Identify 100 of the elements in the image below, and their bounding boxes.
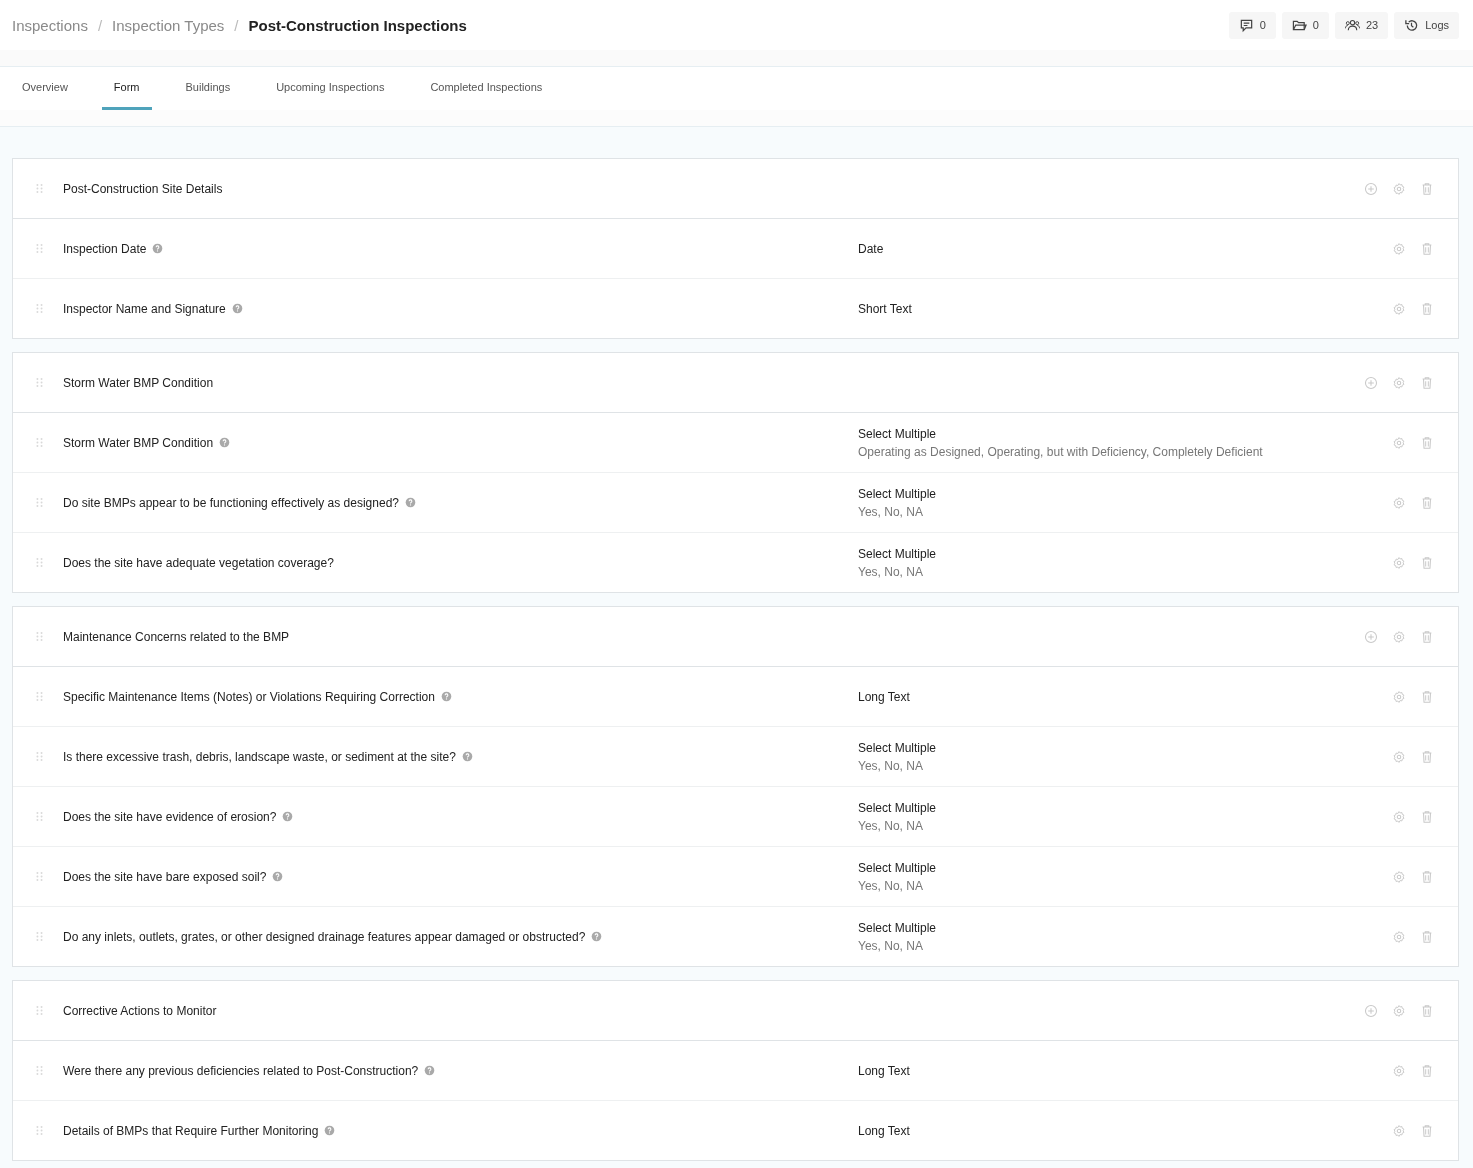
users-icon: [1344, 17, 1360, 33]
tab[interactable]: Overview: [10, 67, 80, 110]
field-label: Were there any previous deficiencies related to Post-Construction?: [63, 1063, 419, 1078]
trash-icon[interactable]: [1420, 869, 1434, 884]
field-options: Yes, No, NA: [858, 758, 1392, 773]
settings-icon[interactable]: [1392, 929, 1406, 944]
field-label: Inspector Name and Signature: [63, 301, 226, 316]
drag-handle-icon[interactable]: [34, 301, 45, 316]
trash-icon[interactable]: [1420, 301, 1434, 316]
comment-button[interactable]: 0: [1228, 11, 1276, 39]
trash-icon[interactable]: [1420, 689, 1434, 704]
drag-handle-icon[interactable]: [34, 1063, 45, 1078]
tab[interactable]: Completed Inspections: [418, 67, 555, 110]
drag-handle-icon[interactable]: [34, 689, 45, 704]
trash-icon[interactable]: [1420, 555, 1434, 570]
add-icon[interactable]: [1364, 375, 1378, 390]
field-type: Select Multiple: [858, 920, 938, 935]
field-type: Date: [858, 241, 885, 256]
field-type: Select Multiple: [858, 800, 938, 815]
section-title: Maintenance Concerns related to the BMP: [63, 629, 291, 644]
tab[interactable]: Buildings: [173, 67, 243, 110]
settings-icon[interactable]: [1392, 809, 1406, 824]
field-type: Select Multiple: [858, 860, 938, 875]
field-options: Yes, No, NA: [858, 878, 1392, 893]
settings-icon[interactable]: [1392, 1123, 1406, 1138]
field-type: Select Multiple: [858, 740, 938, 755]
field-label: Do any inlets, outlets, grates, or other designed drainage features appear damaged or obstructed?: [63, 929, 586, 944]
add-icon[interactable]: [1364, 629, 1378, 644]
drag-handle-icon[interactable]: [34, 181, 45, 196]
comment-icon: [1238, 17, 1254, 33]
trash-icon[interactable]: [1420, 1003, 1434, 1018]
drag-handle-icon[interactable]: [34, 241, 45, 256]
field-label: Does the site have evidence of erosion?: [63, 809, 277, 824]
settings-icon[interactable]: [1392, 629, 1406, 644]
drag-handle-icon[interactable]: [34, 435, 45, 450]
field-label: Is there excessive trash, debris, landscape waste, or sediment at the site?: [63, 749, 456, 764]
trash-icon[interactable]: [1420, 1123, 1434, 1138]
drag-handle-icon[interactable]: [34, 749, 45, 764]
drag-handle-icon[interactable]: [34, 809, 45, 824]
trash-icon[interactable]: [1420, 435, 1434, 450]
field-label: Do site BMPs appear to be functioning effectively as designed?: [63, 495, 399, 510]
field-label: Details of BMPs that Require Further Monitoring: [63, 1123, 319, 1138]
trash-icon[interactable]: [1420, 749, 1434, 764]
trash-icon[interactable]: [1420, 181, 1434, 196]
field-label: Specific Maintenance Items (Notes) or Violations Requiring Correction: [63, 689, 435, 704]
trash-icon[interactable]: [1420, 375, 1434, 390]
field-options: Yes, No, NA: [858, 564, 1392, 579]
settings-icon[interactable]: [1392, 435, 1406, 450]
settings-icon[interactable]: [1392, 495, 1406, 510]
drag-handle-icon[interactable]: [34, 929, 45, 944]
field-type: Select Multiple: [858, 546, 938, 561]
add-icon[interactable]: [1364, 181, 1378, 196]
users-button[interactable]: 23: [1334, 11, 1389, 39]
field-options: Yes, No, NA: [858, 818, 1392, 833]
settings-icon[interactable]: [1392, 869, 1406, 884]
field-label: Storm Water BMP Condition: [63, 435, 214, 450]
field-type: Long Text: [858, 1123, 911, 1138]
settings-icon[interactable]: [1392, 301, 1406, 316]
field-type: Long Text: [858, 689, 911, 704]
field-type: Select Multiple: [858, 426, 938, 441]
section-title: Storm Water BMP Condition: [63, 375, 215, 390]
drag-handle-icon[interactable]: [34, 629, 45, 644]
trash-icon[interactable]: [1420, 1063, 1434, 1078]
folder-button[interactable]: 0: [1281, 11, 1329, 39]
drag-handle-icon[interactable]: [34, 1123, 45, 1138]
trash-icon[interactable]: [1420, 241, 1434, 256]
field-label: Does the site have adequate vegetation coverage?: [63, 555, 334, 570]
breadcrumb-link[interactable]: Inspection Types: [112, 16, 225, 34]
drag-handle-icon[interactable]: [34, 869, 45, 884]
field-type: Short Text: [858, 301, 913, 316]
settings-icon[interactable]: [1392, 689, 1406, 704]
add-icon[interactable]: [1364, 1003, 1378, 1018]
drag-handle-icon[interactable]: [34, 555, 45, 570]
drag-handle-icon[interactable]: [34, 375, 45, 390]
trash-icon[interactable]: [1420, 629, 1434, 644]
section-title: Post-Construction Site Details: [63, 181, 224, 196]
settings-icon[interactable]: [1392, 375, 1406, 390]
trash-icon[interactable]: [1420, 929, 1434, 944]
history-icon: [1404, 17, 1420, 33]
settings-icon[interactable]: [1392, 555, 1406, 570]
history-button[interactable]: Logs: [1394, 11, 1459, 39]
trash-icon[interactable]: [1420, 809, 1434, 824]
trash-icon[interactable]: [1420, 495, 1434, 510]
field-options: Yes, No, NA: [858, 504, 1392, 519]
breadcrumb-separator: /: [97, 16, 103, 34]
settings-icon[interactable]: [1392, 1063, 1406, 1078]
drag-handle-icon[interactable]: [34, 1003, 45, 1018]
tab[interactable]: Upcoming Inspections: [264, 67, 397, 110]
page-title: Post-Construction Inspections: [248, 16, 467, 34]
breadcrumb-separator: /: [234, 16, 239, 34]
settings-icon[interactable]: [1392, 1003, 1406, 1018]
settings-icon[interactable]: [1392, 181, 1406, 196]
drag-handle-icon[interactable]: [34, 495, 45, 510]
field-type: Long Text: [858, 1063, 911, 1078]
breadcrumb-link[interactable]: Inspections: [12, 16, 88, 34]
field-type: Select Multiple: [858, 486, 938, 501]
tab[interactable]: Form: [101, 67, 152, 110]
field-label: Does the site have bare exposed soil?: [63, 869, 267, 884]
settings-icon[interactable]: [1392, 749, 1406, 764]
settings-icon[interactable]: [1392, 241, 1406, 256]
